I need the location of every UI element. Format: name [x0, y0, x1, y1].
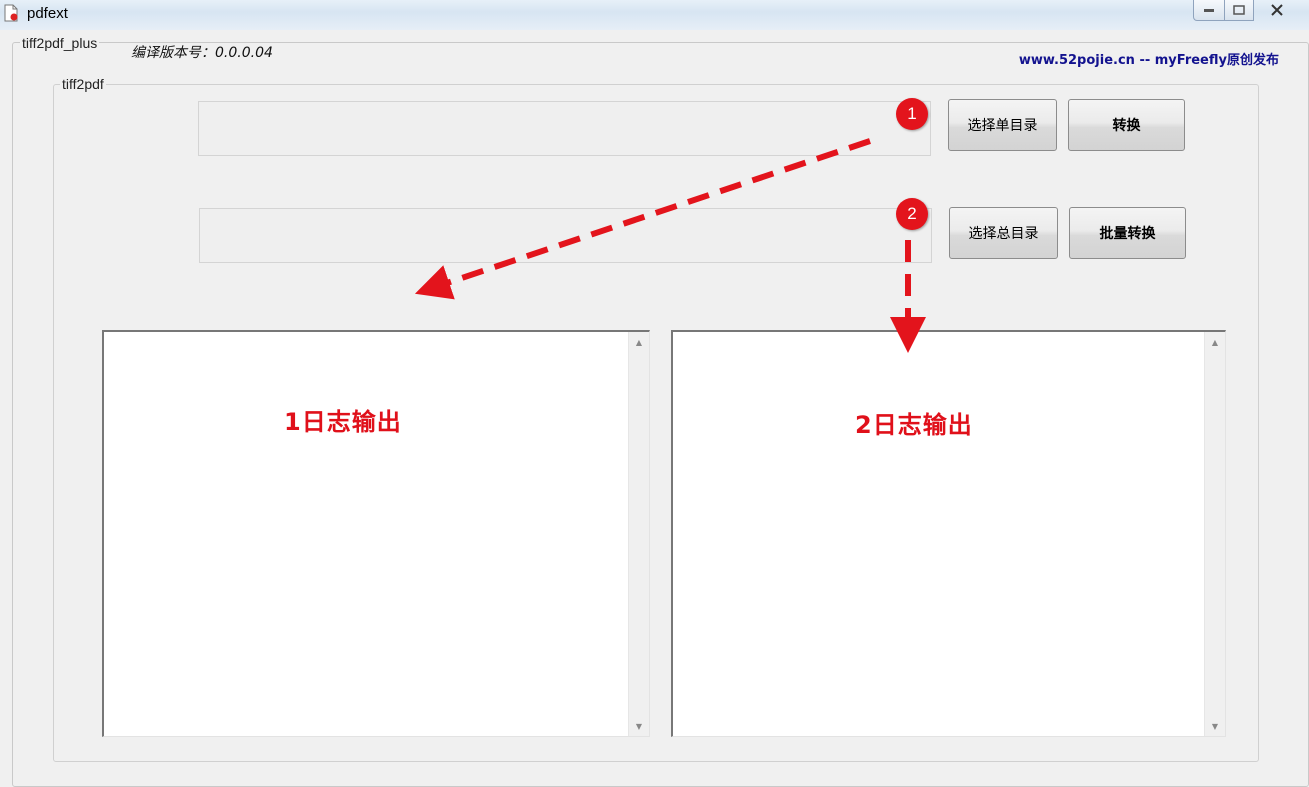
batch-dir-path-input[interactable] — [199, 208, 932, 263]
restore-icon — [1233, 5, 1245, 15]
convert-button[interactable]: 转换 — [1068, 99, 1185, 151]
batch-convert-button[interactable]: 批量转换 — [1069, 207, 1186, 259]
site-credit-label: www.52pojie.cn -- myFreefly原创发布 — [1018, 53, 1279, 68]
tiff2pdf-legend: tiff2pdf — [60, 76, 106, 92]
version-label: 编译版本号：0.0.0.04 — [131, 45, 273, 61]
single-dir-path-input[interactable] — [198, 101, 931, 156]
close-icon — [1271, 4, 1283, 16]
pdf-app-icon — [3, 4, 19, 22]
log1-scrollbar[interactable]: ▲ ▼ — [628, 332, 649, 736]
close-button[interactable] — [1254, 0, 1301, 21]
minimize-button[interactable] — [1193, 0, 1225, 21]
scroll-up-arrow-icon[interactable]: ▲ — [1205, 334, 1225, 350]
scroll-down-arrow-icon[interactable]: ▼ — [629, 718, 649, 734]
maximize-button[interactable] — [1225, 0, 1254, 21]
log-output-2[interactable]: ▲ ▼ 2日志输出 — [671, 330, 1226, 737]
tiff2pdf-plus-legend: tiff2pdf_plus — [20, 35, 100, 51]
select-single-dir-button[interactable]: 选择单目录 — [948, 99, 1057, 151]
log1-label: 1日志输出 — [284, 408, 402, 436]
annotation-badge-2: 2 — [896, 198, 928, 230]
log2-label: 2日志输出 — [855, 411, 973, 439]
log-output-1[interactable]: ▲ ▼ 1日志输出 — [102, 330, 650, 737]
scroll-up-arrow-icon[interactable]: ▲ — [629, 334, 649, 350]
select-root-dir-button[interactable]: 选择总目录 — [949, 207, 1058, 259]
scroll-down-arrow-icon[interactable]: ▼ — [1205, 718, 1225, 734]
window-title: pdfext — [27, 5, 68, 22]
title-bar: pdfext — [0, 0, 1309, 30]
annotation-badge-1: 1 — [896, 98, 928, 130]
minimize-icon — [1204, 9, 1214, 12]
log2-scrollbar[interactable]: ▲ ▼ — [1204, 332, 1225, 736]
